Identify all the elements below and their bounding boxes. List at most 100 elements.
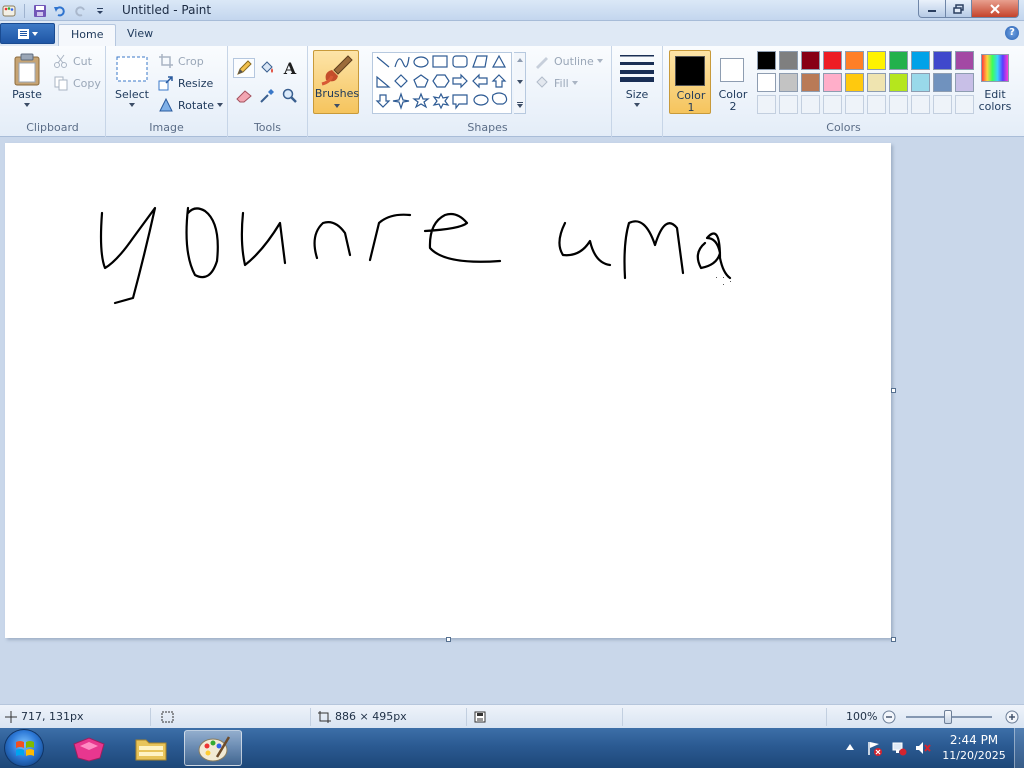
canvas-size: 886 × 495px [318,710,407,723]
brushes-button[interactable]: Brushes [313,50,359,114]
drawing-canvas[interactable] [5,143,891,638]
color-swatch[interactable] [801,73,820,92]
size-button[interactable]: Size [612,88,662,101]
color-swatch[interactable] [955,73,974,92]
scissors-icon [54,54,67,68]
zoom-slider[interactable] [906,710,992,724]
color-swatch[interactable] [823,73,842,92]
action-center-flag-icon[interactable] [866,740,882,756]
tab-view[interactable]: View [115,24,165,46]
color-swatch[interactable] [779,51,798,70]
color-swatch[interactable] [889,73,908,92]
clock-date[interactable]: 11/20/2025 [940,749,1008,762]
color-swatch[interactable] [779,73,798,92]
custom-color-slot[interactable] [933,95,952,114]
resize-handle-bottom[interactable] [446,637,451,642]
scroll-up-icon[interactable] [517,58,523,62]
resize-handle-right[interactable] [891,388,896,393]
resize-button[interactable]: Resize [158,75,213,91]
color-swatch[interactable] [823,51,842,70]
show-desktop-button[interactable] [1014,728,1024,768]
restore-button[interactable] [945,0,972,18]
eraser-tool[interactable] [233,86,255,106]
undo-icon[interactable] [53,4,67,18]
help-icon[interactable]: ? [1005,26,1019,40]
color-swatch[interactable] [889,51,908,70]
pencil-tool[interactable] [233,58,255,78]
shapes-gallery[interactable] [372,52,512,114]
color1-button[interactable]: Color 1 [669,50,711,114]
custom-color-slot[interactable] [823,95,842,114]
color-swatch[interactable] [757,73,776,92]
custom-color-slot[interactable] [801,95,820,114]
color-swatch[interactable] [933,51,952,70]
select-button[interactable]: Select [111,88,153,101]
color-swatch[interactable] [845,51,864,70]
crop-icon [159,54,173,68]
rotate-dropdown-icon[interactable] [217,103,224,107]
rotate-button[interactable]: Rotate [158,97,224,113]
color-picker-tool[interactable] [256,86,278,106]
paint-menu-button[interactable] [0,23,55,44]
start-button[interactable] [4,729,44,767]
paste-dropdown-icon[interactable] [24,103,30,107]
custom-color-slot[interactable] [889,95,908,114]
customize-toolbar-chevron-icon[interactable] [93,4,107,18]
custom-color-slot[interactable] [845,95,864,114]
paint-app-icon [2,5,16,16]
zoom-level: 100% [846,710,878,723]
show-hidden-icons-icon[interactable] [846,744,854,750]
edit-colors-label-2: colors [978,100,1012,113]
outline-button: Outline [534,53,603,69]
shapes-scrollbar[interactable] [514,52,526,114]
edit-colors-button[interactable]: Edit colors [975,50,1015,114]
scroll-down-icon[interactable] [517,80,523,84]
custom-color-slot[interactable] [757,95,776,114]
minimize-button[interactable] [918,0,946,18]
canvas-workspace [0,138,1024,704]
custom-color-slot[interactable] [911,95,930,114]
custom-color-slot[interactable] [779,95,798,114]
color-swatch[interactable] [911,73,930,92]
size-icon[interactable] [620,54,654,82]
magnifier-tool[interactable] [279,86,301,106]
volume-muted-icon[interactable] [915,740,931,756]
color2-button[interactable]: Color 2 [713,50,753,114]
rotate-icon [159,97,173,112]
custom-color-slot[interactable] [955,95,974,114]
color-swatch[interactable] [933,73,952,92]
tab-home[interactable]: Home [58,24,117,46]
network-icon[interactable] [891,740,907,756]
zoom-slider-thumb[interactable] [944,710,952,724]
color-swatch[interactable] [801,51,820,70]
color-swatch[interactable] [911,51,930,70]
resize-handle-corner[interactable] [891,637,896,642]
taskbar-file-explorer[interactable] [122,730,180,766]
zoom-out-icon[interactable] [882,710,896,724]
clock-time[interactable]: 2:44 PM [944,733,1004,747]
color-swatch[interactable] [867,51,886,70]
fill-tool[interactable] [256,58,278,78]
size-dropdown-icon[interactable] [634,103,640,107]
select-dropdown-icon[interactable] [129,103,135,107]
color-swatch[interactable] [955,51,974,70]
select-icon[interactable] [116,56,148,82]
color-swatch[interactable] [867,73,886,92]
paste-icon[interactable] [13,53,41,87]
close-button[interactable] [971,0,1019,18]
text-tool[interactable]: A [279,58,301,78]
save-icon[interactable] [33,4,47,18]
taskbar-app-pink[interactable] [60,730,118,766]
crop-label: Crop [178,54,204,68]
color-swatch[interactable] [845,73,864,92]
paste-button[interactable]: Paste [6,88,48,101]
stroke-r [368,213,412,262]
magnifier-icon [282,88,297,103]
taskbar: 2:44 PM 11/20/2025 [0,728,1024,768]
taskbar-paint[interactable] [184,730,242,766]
gallery-expand-icon[interactable] [517,102,523,108]
zoom-in-icon[interactable] [1005,710,1019,724]
color-swatch[interactable] [757,51,776,70]
custom-color-slot[interactable] [867,95,886,114]
stroke-a1 [313,221,352,260]
